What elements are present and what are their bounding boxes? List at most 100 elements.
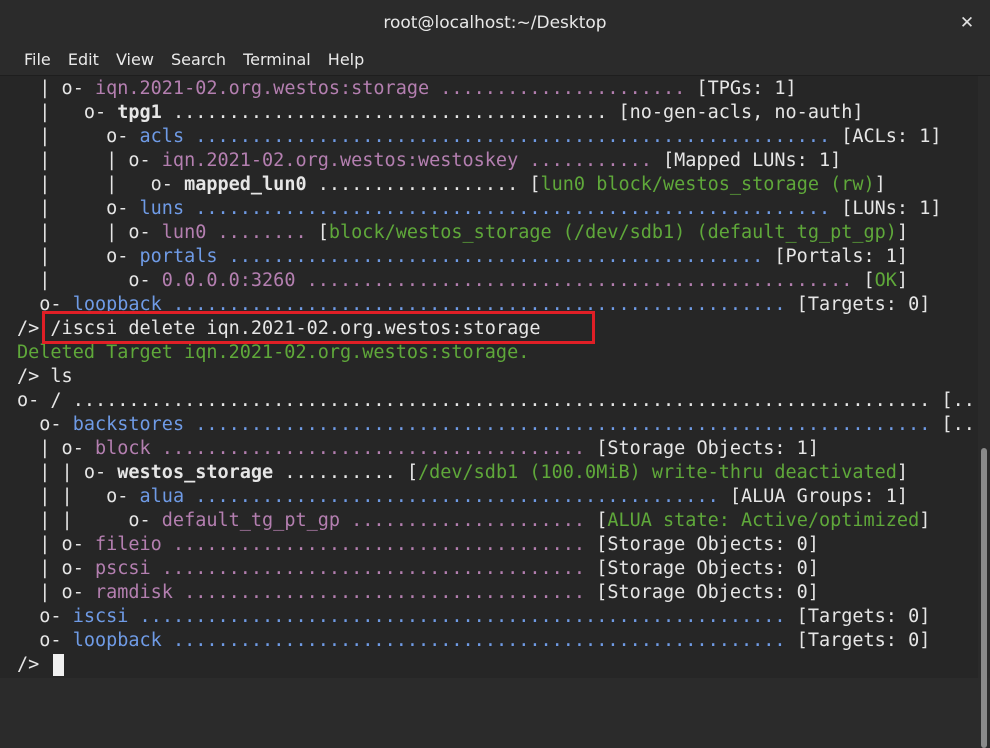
terminal-line: | | o- westos_storage .......... [/dev/s… (17, 461, 908, 485)
menu-file[interactable]: File (24, 47, 51, 69)
menu-bar: File Edit View Search Terminal Help (0, 47, 990, 76)
terminal-text: block (94, 438, 151, 459)
terminal-line: /> ls (17, 365, 73, 389)
terminal-text: [ (306, 222, 329, 243)
terminal-text: ........................................… (184, 486, 719, 507)
terminal-line: | | o- mapped_lun0 .................. [l… (17, 173, 886, 197)
terminal-text: iqn.2021-02.org.westos:westoskey (161, 150, 519, 171)
terminal-text: acls (139, 126, 185, 147)
terminal-line: o- loopback ............................… (17, 629, 930, 653)
scrollbar[interactable] (978, 76, 990, 748)
terminal-text: o- (17, 630, 73, 651)
terminal-text: [Mapped LUNs: 1] (651, 150, 842, 171)
terminal-text: lun0 block/westos_storage (rw) (540, 174, 875, 195)
terminal-text: | o- (17, 102, 118, 123)
terminal-text: [TPGs: 1] (685, 78, 797, 99)
terminal-text: ..................... (340, 510, 586, 531)
terminal-text: /> ls (17, 366, 73, 387)
terminal-text: o- (17, 606, 73, 627)
terminal-text: block/westos_storage (/dev/sdb1) (defaul… (328, 222, 897, 243)
terminal-text: | o- (17, 582, 95, 603)
terminal-window: root@localhost:~/Desktop ✕ File Edit Vie… (0, 0, 990, 748)
terminal-text: iqn.2021-02.org.westos:storage (94, 78, 430, 99)
terminal-text: ........................................… (184, 126, 831, 147)
terminal-text: ........... (518, 150, 652, 171)
terminal-text: default_tg_pt_gp (161, 510, 341, 531)
terminal-text: ] (896, 462, 909, 483)
menu-help[interactable]: Help (328, 47, 364, 69)
terminal-text: mapped_lun0 (184, 174, 307, 195)
terminal-text: o- / ...................................… (17, 390, 978, 411)
close-icon[interactable]: ✕ (956, 12, 978, 34)
terminal-text: backstores (72, 414, 185, 435)
terminal-text: [Storage Objects: 0] (585, 534, 819, 555)
terminal-text: /> (17, 654, 51, 675)
terminal-text: .......... [ (273, 462, 418, 483)
terminal-text: ........................................… (128, 606, 786, 627)
terminal-text: Deleted Target iqn.2021-02.org.westos:st… (17, 342, 530, 363)
terminal-line: | o- block .............................… (17, 437, 819, 461)
terminal-text: ] (919, 510, 931, 531)
menu-terminal[interactable]: Terminal (243, 47, 311, 69)
terminal-line: /> (17, 653, 50, 677)
menu-search[interactable]: Search (171, 47, 226, 69)
title-bar[interactable]: root@localhost:~/Desktop ✕ (0, 0, 990, 48)
terminal-text: ...................................... (150, 558, 586, 579)
terminal-text: luns (139, 198, 185, 219)
terminal-text: o- (17, 414, 73, 435)
terminal-text: ramdisk (94, 582, 173, 603)
terminal-text: ........................................… (184, 198, 831, 219)
terminal-text: fileio (94, 534, 162, 555)
terminal-line: | | o- alua ............................… (17, 485, 908, 509)
terminal-text: westos_storage (117, 462, 274, 483)
terminal-text: ..................................... (161, 534, 586, 555)
window-title: root@localhost:~/Desktop (383, 13, 607, 33)
terminal-text: ........................................… (217, 246, 764, 267)
terminal-text: .................. [ (306, 174, 541, 195)
terminal-line: | o- fileio ............................… (17, 533, 819, 557)
terminal-line: | | o- iqn.2021-02.org.westos:westoskey … (17, 149, 841, 173)
terminal-line: o- / ...................................… (17, 389, 978, 413)
terminal-text: ] (896, 222, 909, 243)
terminal-text: ] (896, 270, 909, 291)
terminal-text: [Storage Objects: 1] (585, 438, 819, 459)
terminal-line: | | o- default_tg_pt_gp ................… (17, 509, 930, 533)
terminal-text: ...................... (429, 78, 686, 99)
terminal-line: | o- 0.0.0.0:3260 ......................… (17, 269, 908, 293)
terminal-text: [Storage Objects: 0] (585, 582, 819, 603)
terminal-text: [ALUA Groups: 1] (718, 486, 909, 507)
menu-view[interactable]: View (116, 47, 154, 69)
terminal-line: | o- pscsi .............................… (17, 557, 819, 581)
terminal-line: | o- tpg1 ..............................… (17, 101, 864, 125)
terminal-line: | o- ramdisk ...........................… (17, 581, 819, 605)
terminal-text: [Targets: 0] (785, 294, 931, 315)
terminal-text: | o- (17, 558, 95, 579)
terminal-text: 0.0.0.0:3260 (161, 270, 296, 291)
terminal-line: | | o- lun0 ........ [block/westos_stora… (17, 221, 908, 245)
terminal-text: ........................................… (295, 270, 853, 291)
menu-edit[interactable]: Edit (68, 47, 99, 69)
terminal-text: | | o- (17, 462, 118, 483)
terminal-text: ........................................… (184, 414, 931, 435)
terminal-text: portals (139, 246, 218, 267)
terminal-line: | o- acls ..............................… (17, 125, 941, 149)
terminal-text: | | o- (17, 486, 140, 507)
terminal-text: | o- (17, 534, 95, 555)
terminal-text: loopback (72, 630, 162, 651)
terminal-line: | o- luns ..............................… (17, 197, 942, 221)
terminal-line: o- backstores ..........................… (17, 413, 978, 437)
terminal-text: /dev/sdb1 (100.0MiB) write-thru deactiva… (417, 462, 897, 483)
terminal-text: [LUNs: 1] (830, 198, 942, 219)
terminal-text: ....................................... … (161, 102, 864, 123)
terminal-text: | | o- (17, 222, 162, 243)
terminal-text: | o- (17, 438, 95, 459)
terminal-text: OK (874, 270, 897, 291)
scroll-thumb[interactable] (981, 448, 987, 748)
terminal-text: alua (139, 486, 185, 507)
terminal-output[interactable]: | o- iqn.2021-02.org.westos:storage ....… (0, 76, 978, 678)
terminal-text: [ (852, 270, 875, 291)
terminal-text: lun0 (161, 222, 207, 243)
terminal-text: iscsi (72, 606, 129, 627)
terminal-text: ........ (206, 222, 307, 243)
terminal-line: | o- portals ...........................… (17, 245, 908, 269)
